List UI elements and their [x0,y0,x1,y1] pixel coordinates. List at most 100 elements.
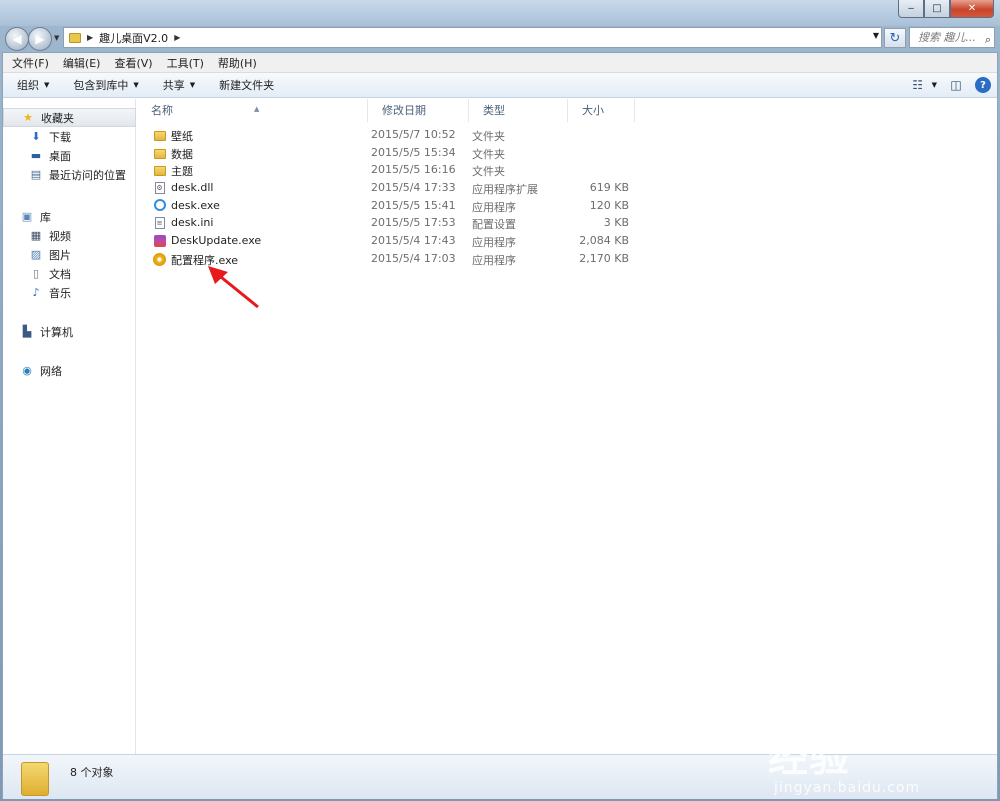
address-history-dropdown-icon[interactable]: ▼ [873,31,879,40]
chevron-down-icon[interactable]: ▼ [932,81,937,89]
file-size: 2,170 KB [579,251,629,265]
breadcrumb-chevron-icon[interactable]: ▶ [174,33,180,42]
back-arrow-icon: ◀ [12,32,22,46]
network-group: ◉ 网络 [3,361,136,380]
nav-videos[interactable]: ▦ 视频 [3,226,136,245]
preview-pane-icon[interactable]: ◫ [947,76,965,94]
dll-icon: ⚙ [154,181,165,194]
folder-icon [21,762,49,796]
file-type: 应用程序 [472,200,516,214]
nav-downloads[interactable]: ⬇ 下载 [3,127,136,146]
baidu-watermark: Bai du 经验 jingyan.baidu.com [768,692,958,796]
breadcrumb-current-folder[interactable]: 趣儿桌面V2.0 [99,30,168,46]
nav-network[interactable]: ◉ 网络 [3,361,136,380]
table-row[interactable]: ≡ desk.ini 2015/5/5 17:53 配置设置 3 KB [137,214,997,232]
nav-documents[interactable]: ▯ 文档 [3,264,136,283]
item-count: 8 个对象 [70,766,114,779]
file-size: 619 KB [589,181,629,195]
file-type: 应用程序 [472,236,516,250]
title-bar: ‒ □ ✕ [0,0,1000,26]
help-icon[interactable]: ? [975,77,991,93]
chevron-down-icon: ▼ [44,81,50,89]
nav-libraries-label: 库 [40,210,51,224]
file-type: 配置设置 [472,218,516,232]
share-label: 共享 [162,79,185,92]
file-date: 2015/5/4 17:43 [371,234,456,248]
download-icon: ⬇ [31,130,41,143]
menu-edit[interactable]: 编辑(E) [63,55,101,71]
table-row[interactable]: 数据 2015/5/5 15:34 文件夹 [137,144,997,162]
command-bar: 组织 ▼ 包含到库中 ▼ 共享 ▼ 新建文件夹 ☷ ▼ ◫ ? [3,73,997,98]
nav-videos-label: 视频 [49,229,71,243]
menu-file[interactable]: 文件(F) [12,55,49,71]
network-icon: ◉ [22,364,32,377]
desktop-icon: ▬ [30,149,42,162]
close-button[interactable]: ✕ [950,0,994,18]
minimize-button[interactable]: ‒ [898,0,924,18]
computer-group: ▙ 计算机 [3,322,136,341]
nav-music[interactable]: ♪ 音乐 [3,283,136,302]
navigation-pane: ★ 收藏夹 ⬇ 下载 ▬ 桌面 ▤ 最近访问的位置 ▣ 库 ▦ 视频 ▨ 图片 … [3,99,136,754]
table-row[interactable]: 配置程序.exe 2015/5/4 17:03 应用程序 2,170 KB [137,250,997,268]
file-date: 2015/5/4 17:03 [371,251,456,265]
file-date: 2015/5/7 10:52 [371,128,456,141]
column-header-size[interactable]: 大小 [568,99,635,122]
chevron-down-icon: ▼ [133,81,139,89]
nav-recent-places[interactable]: ▤ 最近访问的位置 [3,165,136,184]
nav-pictures[interactable]: ▨ 图片 [3,245,136,264]
table-row[interactable]: DeskUpdate.exe 2015/5/4 17:43 应用程序 2,084… [137,232,997,250]
file-name: 主题 [171,165,193,179]
file-name: desk.dll [171,181,214,195]
file-list-pane: ▲ 名称 修改日期 类型 大小 壁纸 2015/5/7 10:52 文件夹 数据… [137,99,997,754]
column-header-size-label: 大小 [582,104,604,117]
column-header-type[interactable]: 类型 [469,99,568,122]
forward-button[interactable]: ▶ [28,27,52,51]
back-button[interactable]: ◀ [5,27,29,51]
table-row[interactable]: 主题 2015/5/5 16:16 文件夹 [137,161,997,179]
nav-libraries[interactable]: ▣ 库 [3,207,136,226]
breadcrumb-chevron-icon[interactable]: ▶ [87,33,93,42]
table-row[interactable]: 壁纸 2015/5/7 10:52 文件夹 [137,126,997,144]
nav-computer-label: 计算机 [40,325,73,339]
file-size: 2,084 KB [579,234,629,248]
new-folder-button[interactable]: 新建文件夹 [219,77,274,93]
maximize-button[interactable]: □ [924,0,950,18]
file-date: 2015/5/5 15:41 [371,198,456,212]
file-type: 文件夹 [472,130,505,143]
menu-help[interactable]: 帮助(H) [218,55,257,71]
address-bar[interactable]: ▶ 趣儿桌面V2.0 ▶ ▼ [63,27,882,48]
search-placeholder: 搜索 趣儿... [918,31,976,44]
table-row[interactable]: ⚙ desk.dll 2015/5/4 17:33 应用程序扩展 619 KB [137,179,997,197]
file-name: desk.ini [171,216,214,230]
file-name-cell: desk.exe [153,199,220,212]
table-row[interactable]: desk.exe 2015/5/5 15:41 应用程序 120 KB [137,197,997,215]
file-name: 壁纸 [171,130,193,143]
include-in-library-button[interactable]: 包含到库中 ▼ [73,77,138,93]
nav-recent-places-label: 最近访问的位置 [49,168,126,182]
menu-tools[interactable]: 工具(T) [167,55,204,71]
nav-desktop[interactable]: ▬ 桌面 [3,146,136,165]
file-date: 2015/5/5 16:16 [371,163,456,177]
search-icon[interactable]: ⌕ [985,30,991,49]
nav-computer[interactable]: ▙ 计算机 [3,322,136,341]
column-header-date[interactable]: 修改日期 [368,99,469,122]
menu-bar: 文件(F) 编辑(E) 查看(V) 工具(T) 帮助(H) [3,53,997,73]
nav-network-label: 网络 [40,364,62,378]
refresh-button[interactable]: ↻ [884,28,906,48]
star-icon: ★ [23,111,33,124]
video-icon: ▦ [30,229,42,242]
annotation-arrow-icon [208,266,259,309]
file-name-cell: ≡ desk.ini [153,216,213,229]
search-input[interactable]: 搜索 趣儿... ⌕ [909,27,995,48]
nav-favorites[interactable]: ★ 收藏夹 [3,108,136,127]
menu-view[interactable]: 查看(V) [114,55,152,71]
share-button[interactable]: 共享 ▼ [163,77,195,93]
view-menu-icon[interactable]: ☷ [909,76,927,94]
folder-icon [153,130,166,143]
column-header-name[interactable]: ▲ 名称 [137,99,368,122]
toolbar-right: ☷ ▼ ◫ ? [899,76,991,94]
recent-pages-dropdown-icon[interactable]: ▼ [54,34,59,42]
nav-music-label: 音乐 [49,286,71,300]
file-name: DeskUpdate.exe [171,234,262,248]
organize-button[interactable]: 组织 ▼ [17,77,49,93]
